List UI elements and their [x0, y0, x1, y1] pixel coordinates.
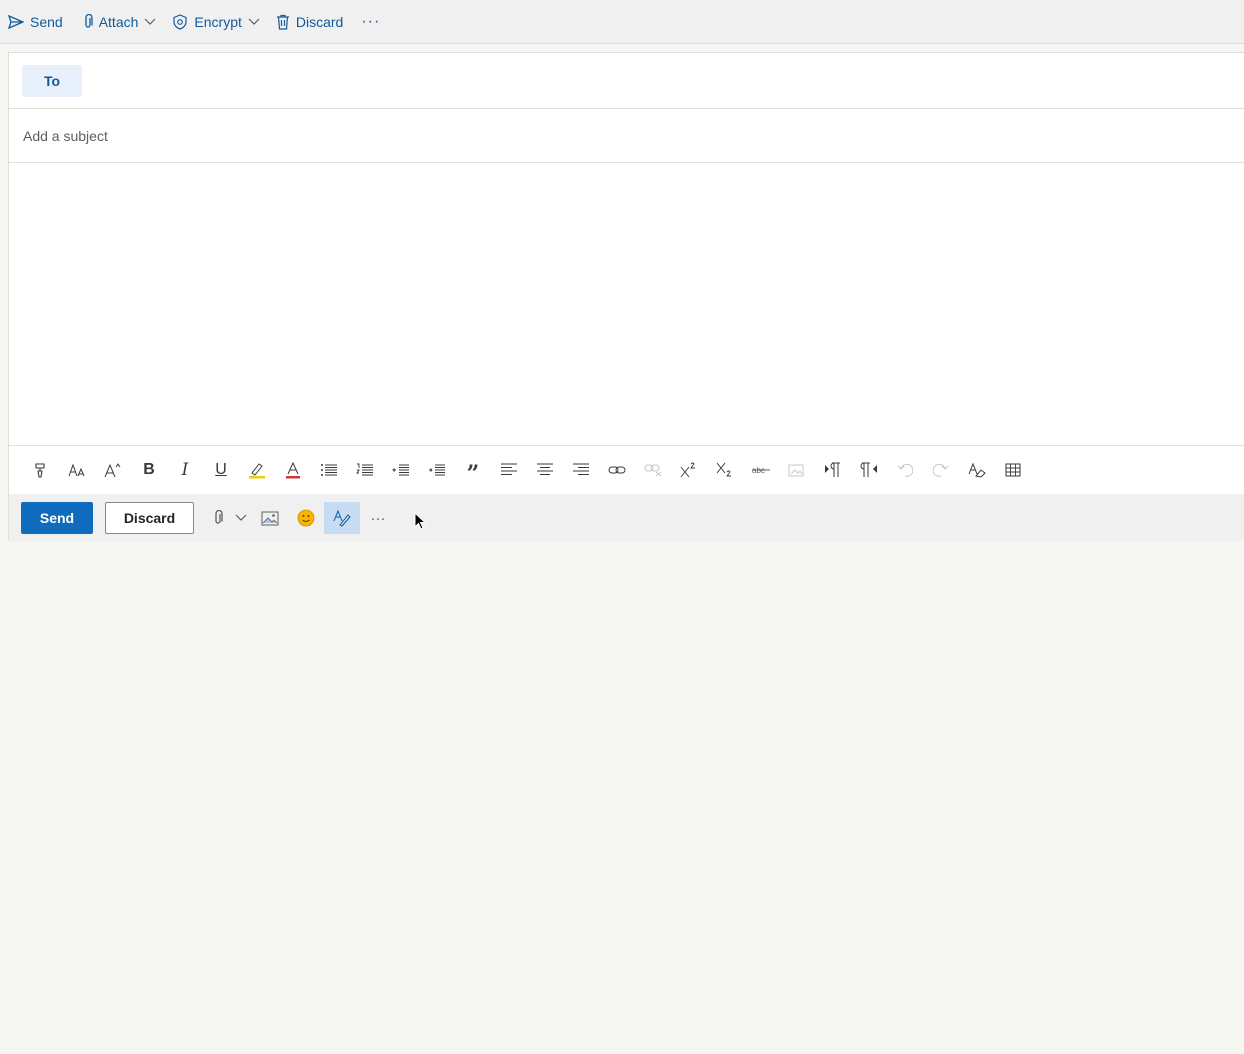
chevron-down-icon[interactable]	[248, 18, 260, 26]
font-icon[interactable]	[59, 454, 95, 486]
compose-action-bar: Send Discard ···	[9, 494, 1244, 542]
send-icon	[8, 14, 24, 29]
format-painter-icon[interactable]	[23, 454, 59, 486]
insert-picture-icon[interactable]	[252, 502, 288, 534]
encrypt-command[interactable]: Encrypt	[164, 7, 267, 37]
font-size-icon[interactable]	[95, 454, 131, 486]
emoji-icon[interactable]	[288, 502, 324, 534]
trash-icon	[276, 14, 289, 30]
encrypt-command-label: Encrypt	[194, 13, 242, 30]
editor-icon[interactable]	[324, 502, 360, 534]
clear-formatting-icon[interactable]	[959, 454, 995, 486]
discard-button[interactable]: Discard	[105, 502, 194, 534]
svg-text:abc: abc	[752, 466, 765, 475]
undo-icon[interactable]	[887, 454, 923, 486]
unlink-icon[interactable]	[635, 454, 671, 486]
subscript-icon[interactable]	[707, 454, 743, 486]
bold-icon[interactable]: B	[131, 454, 167, 486]
bullets-icon[interactable]	[311, 454, 347, 486]
superscript-icon[interactable]	[671, 454, 707, 486]
more-options-button[interactable]: ···	[360, 502, 396, 534]
compose-pane: To B I U	[8, 52, 1244, 542]
subject-row	[9, 109, 1244, 163]
underline-icon[interactable]: U	[203, 454, 239, 486]
attach-file-icon[interactable]	[206, 502, 230, 534]
align-center-icon[interactable]	[527, 454, 563, 486]
align-right-icon[interactable]	[563, 454, 599, 486]
send-command[interactable]: Send	[0, 7, 71, 37]
discard-command-label: Discard	[295, 13, 344, 30]
send-command-label: Send	[30, 13, 63, 30]
highlight-icon[interactable]	[239, 454, 275, 486]
discard-command[interactable]: Discard	[268, 7, 351, 37]
decrease-indent-icon[interactable]	[383, 454, 419, 486]
to-button[interactable]: To	[22, 64, 82, 97]
formatting-toolbar: B I U ” abc	[9, 445, 1244, 494]
mouse-pointer-icon	[414, 512, 426, 530]
subject-input[interactable]	[21, 126, 1225, 145]
left-to-right-icon[interactable]	[815, 454, 851, 486]
right-to-left-icon[interactable]	[851, 454, 887, 486]
quote-icon[interactable]: ”	[455, 450, 491, 490]
link-icon[interactable]	[599, 454, 635, 486]
numbering-icon[interactable]	[347, 454, 383, 486]
redo-icon[interactable]	[923, 454, 959, 486]
attach-command-label: Attach	[98, 13, 139, 30]
paperclip-icon	[85, 13, 93, 28]
attach-command[interactable]: Attach	[75, 7, 165, 37]
font-color-icon[interactable]	[275, 454, 311, 486]
strikethrough-icon[interactable]: abc	[743, 454, 779, 486]
message-body[interactable]	[9, 163, 1244, 445]
increase-indent-icon[interactable]	[419, 454, 455, 486]
command-bar: Send Attach Encrypt Discard ···	[0, 0, 1244, 44]
to-row: To	[9, 53, 1244, 109]
to-field[interactable]	[90, 63, 1244, 98]
more-options-button[interactable]: ···	[351, 13, 390, 31]
italic-icon[interactable]: I	[167, 454, 203, 486]
align-left-icon[interactable]	[491, 454, 527, 486]
chevron-down-icon[interactable]	[144, 18, 156, 26]
chevron-down-icon[interactable]	[230, 502, 252, 534]
shield-icon	[173, 13, 188, 30]
table-icon[interactable]	[995, 454, 1031, 486]
send-button[interactable]: Send	[21, 502, 93, 534]
insert-picture-inline-icon[interactable]	[779, 454, 815, 486]
